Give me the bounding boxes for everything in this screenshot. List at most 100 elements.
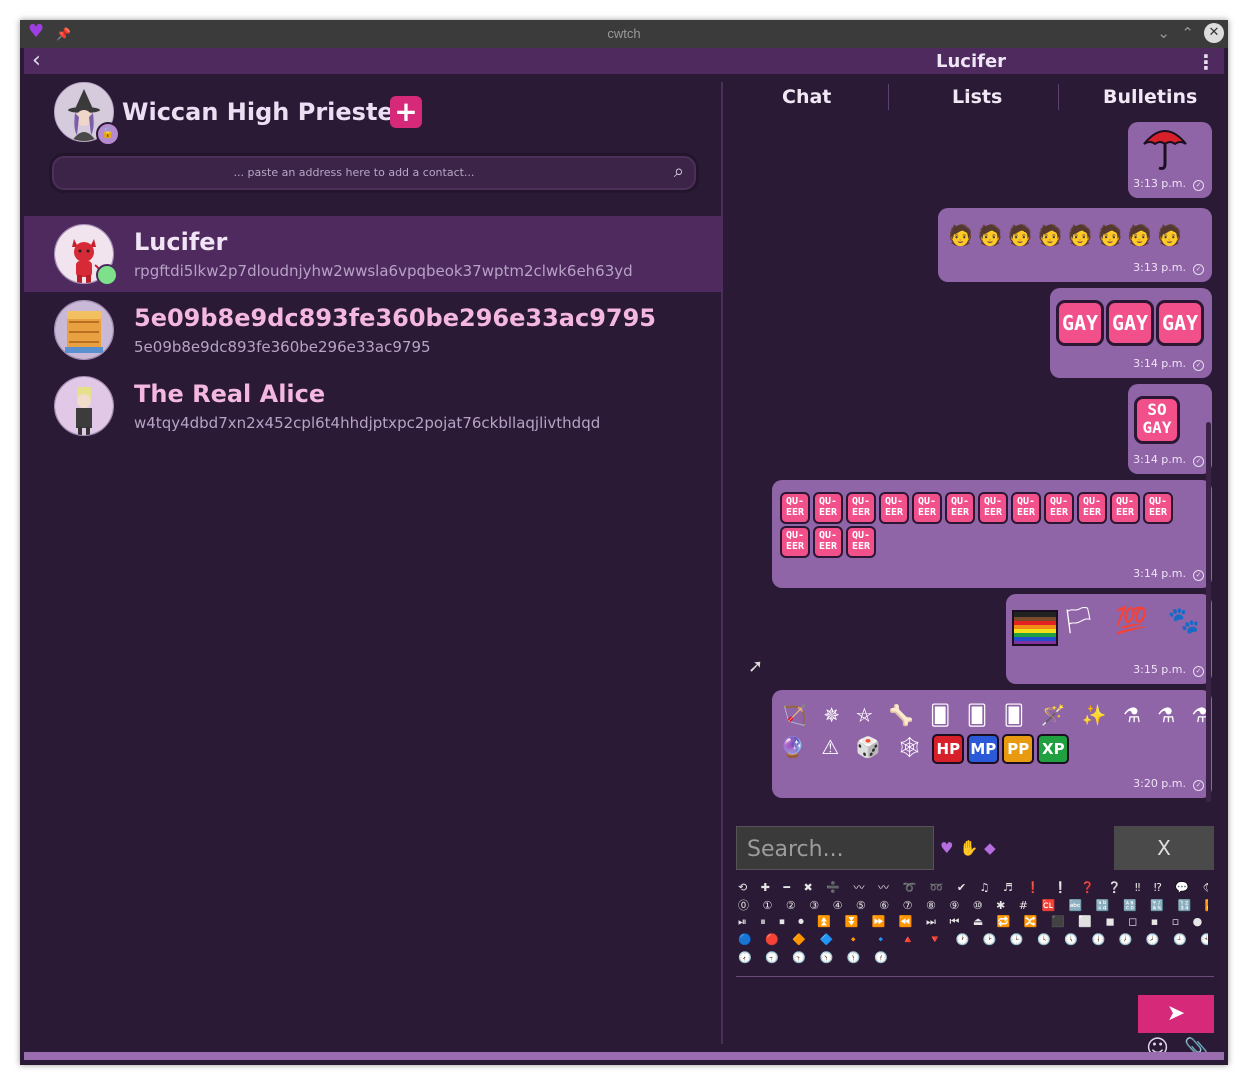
send-button[interactable]: ➤ <box>1138 995 1214 1033</box>
sticker-row: SO GAY <box>1134 396 1180 444</box>
app-window: ♥ 📌 cwtch ⌄ ⌃ ✕ ‹ Lucifer ⋮ 🔓 Wiccan Hig… <box>20 20 1228 1065</box>
queer-sticker: QU-EER <box>846 526 876 558</box>
emoji-grid-row[interactable]: 🕢 🕣 🕤 🕥 🕦 🕧 <box>738 951 1208 969</box>
tab-lists[interactable]: Lists <box>952 86 1002 108</box>
queer-sticker: QU-EER <box>1143 492 1173 524</box>
emoji-grid-row[interactable]: 🔵 🔴 🔶 🔷 🔸 🔹 🔺 🔻 🕐 🕑 🕒 🕓 🕔 🕕 🕖 🕗 🕘 🕙 🕚 🕛 … <box>738 933 1208 951</box>
add-address-field[interactable]: ... paste an address here to add a conta… <box>52 156 696 190</box>
conversation-panel: Chat Lists Bulletins 3:13 p.m. ✓ 🧑🧑🧑🧑🧑🧑🧑… <box>726 74 1224 1061</box>
online-status-dot <box>96 264 118 286</box>
delivered-check-icon: ✓ <box>1193 780 1204 791</box>
contact-row[interactable]: 5e09b8e9dc893fe360be296e33ac9795 5e09b8e… <box>24 292 722 368</box>
sticker-grid: QU-EERQU-EERQU-EERQU-EERQU-EERQU-EERQU-E… <box>780 492 1204 560</box>
message-bubble[interactable]: QU-EERQU-EERQU-EERQU-EERQU-EERQU-EERQU-E… <box>772 480 1212 588</box>
queer-sticker: QU-EER <box>945 492 975 524</box>
delivered-check-icon: ✓ <box>1193 360 1204 371</box>
message-emoji: 🏳 💯 🐾 ⚧ <box>1062 606 1216 636</box>
window-title: cwtch <box>607 26 641 41</box>
message-time: 3:13 p.m. <box>1133 261 1186 274</box>
close-picker-button[interactable]: X <box>1114 826 1214 870</box>
add-contact-button[interactable]: + <box>390 96 422 128</box>
overflow-menu-icon[interactable]: ⋮ <box>1196 50 1216 74</box>
message-bubble[interactable]: SO GAY 3:14 p.m. ✓ <box>1128 384 1212 474</box>
maximize-icon[interactable]: ⌃ <box>1181 24 1194 42</box>
app-bar: ‹ Lucifer ⋮ <box>24 48 1224 74</box>
contact-name: Lucifer <box>134 228 228 256</box>
mouse-cursor-icon: ➚ <box>748 656 764 677</box>
emoji-search-input[interactable]: Search... <box>736 826 934 870</box>
emoji-grid-row[interactable]: ⟲ ✚ ━ ✖ ➗ 〰 〰 ➰ ➿ ✔ ♫ ♬ ❗ ❕ ❓ ❔ ‼ ⁉ 💬 👁 … <box>738 879 1208 897</box>
close-icon[interactable]: ✕ <box>1204 23 1224 43</box>
delivered-check-icon: ✓ <box>1193 456 1204 467</box>
unlocked-profile-icon: 🔓 <box>96 122 120 146</box>
message-time: 3:14 p.m. <box>1133 357 1186 370</box>
message-bubble[interactable]: 🏳 💯 🐾 ⚧ 3:15 p.m. ✓ <box>1006 594 1216 684</box>
gay-sticker: GAY <box>1056 300 1104 346</box>
contact-row[interactable]: The Real Alice w4tqy4dbd7xn2x452cpl6t4hh… <box>24 368 722 444</box>
message-time: 3:20 p.m. <box>1133 777 1186 790</box>
message-emoji: 🏹 ✵ ⛤ 🦴 🂠 🂠 🂠 🪄 ✨ ⚗ ⚗ ⚗ ⚗ <box>782 703 1216 727</box>
umbrella-icon <box>1143 130 1187 170</box>
contact-name: The Real Alice <box>134 380 326 408</box>
delivered-check-icon: ✓ <box>1193 570 1204 581</box>
queer-sticker: QU-EER <box>1077 492 1107 524</box>
mp-sticker: MP <box>967 734 1000 764</box>
title-bar: ♥ 📌 cwtch ⌄ ⌃ ✕ <box>20 20 1228 48</box>
emoji-category-tabs[interactable]: ♥✋◆ <box>940 839 1002 857</box>
emoji-grid: ⟲ ✚ ━ ✖ ➗ 〰 〰 ➰ ➿ ✔ ♫ ♬ ❗ ❕ ❓ ❔ ‼ ⁉ 💬 👁 … <box>738 879 1208 969</box>
queer-sticker: QU-EER <box>912 492 942 524</box>
delivered-check-icon: ✓ <box>1193 666 1204 677</box>
emoji-grid-row[interactable]: ⏯ ⏸ ⏹ ⏺ ⏫ ⏬ ⏩ ⏪ ⏭ ⏮ ⏏ 🔁 🔀 ⬛ ⬜ ◼ ◻ ▪ ▫ ● … <box>738 915 1208 933</box>
queer-sticker: QU-EER <box>978 492 1008 524</box>
back-arrow-icon[interactable]: ‹ <box>32 48 41 73</box>
queer-sticker: QU-EER <box>1011 492 1041 524</box>
delivered-check-icon: ✓ <box>1193 264 1204 275</box>
contact-address: 5e09b8e9dc893fe360be296e33ac9795 <box>134 338 431 356</box>
message-emoji: 🔮 ⚠ 🎲 🕸 <box>780 735 928 759</box>
message-time: 3:14 p.m. <box>1133 567 1186 580</box>
queer-sticker: QU-EER <box>813 526 843 558</box>
add-address-placeholder: ... paste an address here to add a conta… <box>233 166 475 179</box>
contact-address: rpgftdi5lkw2p7dloudnjyhw2wwsla6vpqbeok37… <box>134 262 633 280</box>
tab-separator <box>888 84 889 110</box>
queer-sticker: QU-EER <box>813 492 843 524</box>
message-bubble[interactable]: GAY GAY GAY 3:14 p.m. ✓ <box>1050 288 1212 378</box>
sticker-row: GAY GAY GAY <box>1056 300 1206 346</box>
message-scrollbar[interactable] <box>1206 422 1211 802</box>
message-emoji-row-2: 🔮 ⚠ 🎲 🕸 HP MP PP XP <box>780 734 1072 764</box>
gay-sticker: GAY <box>1106 300 1154 346</box>
profile-name: Wiccan High Priestess <box>122 98 423 126</box>
bottom-status-bar <box>24 1052 1224 1060</box>
contacts-panel: 🔓 Wiccan High Priestess + ... paste an a… <box>24 74 722 1044</box>
message-time: 3:13 p.m. <box>1133 177 1186 190</box>
emoji-grid-row[interactable]: ⓪ ① ② ③ ④ ⑤ ⑥ ⑦ ⑧ ⑨ ⑩ ✱ # 🆑 🔤 🔡 🔠 🔣 🔢 📶 … <box>738 897 1208 915</box>
panel-divider[interactable] <box>721 82 723 1044</box>
so-gay-sticker: SO GAY <box>1134 396 1180 444</box>
contact-address: w4tqy4dbd7xn2x452cpl6t4hhdjptxpc2pojat76… <box>134 414 601 432</box>
tab-separator <box>1058 84 1059 110</box>
peer-title: Lucifer <box>936 51 1007 72</box>
minimize-icon[interactable]: ⌄ <box>1157 24 1170 42</box>
hp-sticker: HP <box>932 734 965 764</box>
queer-sticker: QU-EER <box>780 526 810 558</box>
message-emoji: 🧑🧑🧑🧑🧑🧑🧑🧑 <box>948 223 1188 247</box>
message-bubble[interactable]: 🏹 ✵ ⛤ 🦴 🂠 🂠 🂠 🪄 ✨ ⚗ ⚗ ⚗ ⚗ 🔮 ⚠ 🎲 🕸 HP MP PP… <box>772 690 1216 798</box>
contact-row[interactable]: Lucifer rpgftdi5lkw2p7dloudnjyhw2wwsla6v… <box>24 216 722 292</box>
conversation-tabs: Chat Lists Bulletins <box>726 74 1224 118</box>
pp-sticker: PP <box>1002 734 1035 764</box>
rainbow-flag-icon <box>1012 610 1058 646</box>
queer-sticker: QU-EER <box>1110 492 1140 524</box>
gay-sticker: GAY <box>1156 300 1204 346</box>
search-icon[interactable]: ⌕ <box>674 161 684 182</box>
tab-chat[interactable]: Chat <box>782 86 831 108</box>
contact-name: 5e09b8e9dc893fe360be296e33ac9795 <box>134 304 656 332</box>
message-time: 3:14 p.m. <box>1133 453 1186 466</box>
compose-input[interactable] <box>736 976 1214 977</box>
queer-sticker: QU-EER <box>846 492 876 524</box>
tab-bulletins[interactable]: Bulletins <box>1103 86 1197 108</box>
message-bubble[interactable]: 🧑🧑🧑🧑🧑🧑🧑🧑 3:13 p.m. ✓ <box>938 208 1212 282</box>
message-bubble[interactable]: 3:13 p.m. ✓ <box>1128 122 1212 198</box>
delivered-check-icon: ✓ <box>1193 180 1204 191</box>
queer-sticker: QU-EER <box>1044 492 1074 524</box>
contact-avatar <box>54 300 114 360</box>
